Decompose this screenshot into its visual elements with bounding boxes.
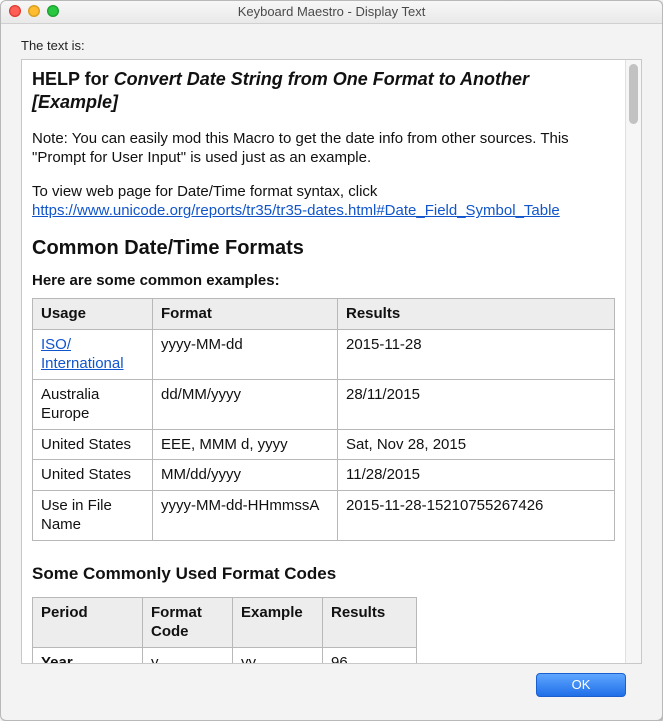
dialog-footer: OK <box>21 664 642 706</box>
usage-link[interactable]: ISO/ International <box>41 336 124 373</box>
cell-format: EEE, MMM d, yyyy <box>153 429 338 460</box>
scrollbar[interactable] <box>625 60 641 663</box>
close-icon[interactable] <box>9 5 21 17</box>
table-row: Use in File Nameyyyy-MM-dd-HHmmssA2015-1… <box>33 490 615 540</box>
window-controls <box>9 5 59 17</box>
table-row: ISO/ International yyyy-MM-dd2015-11-28 <box>33 329 615 379</box>
display-text-content: HELP for Convert Date String from One Fo… <box>22 60 625 663</box>
help-note: Note: You can easily mod this Macro to g… <box>32 129 615 168</box>
table-row: Australia Europedd/MM/yyyy28/11/2015 <box>33 379 615 429</box>
cell-result: 28/11/2015 <box>338 379 615 429</box>
dialog-body: The text is: HELP for Convert Date Strin… <box>1 24 662 720</box>
cell-period: Year <box>33 647 143 663</box>
table-header-row: Usage Format Results <box>33 299 615 330</box>
zoom-icon[interactable] <box>47 5 59 17</box>
cell-usage: United States <box>33 429 153 460</box>
col-results: Results <box>338 299 615 330</box>
cell-format: yyyy-MM-dd-HHmmssA <box>153 490 338 540</box>
window-title: Keyboard Maestro - Display Text <box>238 4 426 19</box>
cell-result: 11/28/2015 <box>338 460 615 491</box>
help-heading: HELP for Convert Date String from One Fo… <box>32 68 615 115</box>
cell-code: y <box>143 647 233 663</box>
section-codes-heading: Some Commonly Used Format Codes <box>32 563 615 585</box>
cell-usage: Use in File Name <box>33 490 153 540</box>
section-common-sub: Here are some common examples: <box>32 271 615 291</box>
col-usage: Usage <box>33 299 153 330</box>
table-header-row: Period Format Code Example Results <box>33 597 417 647</box>
minimize-icon[interactable] <box>28 5 40 17</box>
table-row: Yearyyy yyyy96 1996 <box>33 647 417 663</box>
help-prefix: HELP for <box>32 69 114 89</box>
cell-format: yyyy-MM-dd <box>153 329 338 379</box>
cell-result: Sat, Nov 28, 2015 <box>338 429 615 460</box>
table-row: United StatesMM/dd/yyyy11/28/2015 <box>33 460 615 491</box>
section-common-formats: Common Date/Time Formats <box>32 235 615 261</box>
cell-format: MM/dd/yyyy <box>153 460 338 491</box>
cell-result: 2015-11-28 <box>338 329 615 379</box>
link-intro: To view web page for Date/Time format sy… <box>32 183 377 200</box>
window: Keyboard Maestro - Display Text The text… <box>0 0 663 721</box>
cell-result: 2015-11-28-15210755267426 <box>338 490 615 540</box>
content-wrapper: HELP for Convert Date String from One Fo… <box>21 59 642 664</box>
ok-button[interactable]: OK <box>536 673 626 697</box>
table-row: United StatesEEE, MMM d, yyyySat, Nov 28… <box>33 429 615 460</box>
col-code: Format Code <box>143 597 233 647</box>
col-results2: Results <box>323 597 417 647</box>
formats-table: Usage Format Results ISO/ International y… <box>32 298 615 541</box>
titlebar: Keyboard Maestro - Display Text <box>1 1 662 24</box>
col-example: Example <box>233 597 323 647</box>
codes-table: Period Format Code Example Results Yeary… <box>32 597 417 663</box>
col-period: Period <box>33 597 143 647</box>
scrollbar-thumb[interactable] <box>629 64 638 124</box>
cell-usage: United States <box>33 460 153 491</box>
cell-example: yy yyyy <box>233 647 323 663</box>
syntax-link[interactable]: https://www.unicode.org/reports/tr35/tr3… <box>32 202 560 219</box>
link-paragraph: To view web page for Date/Time format sy… <box>32 182 615 221</box>
cell-usage: ISO/ International <box>33 329 153 379</box>
text-label: The text is: <box>21 38 642 53</box>
col-format: Format <box>153 299 338 330</box>
cell-usage: Australia Europe <box>33 379 153 429</box>
cell-result: 96 1996 <box>323 647 417 663</box>
cell-format: dd/MM/yyyy <box>153 379 338 429</box>
